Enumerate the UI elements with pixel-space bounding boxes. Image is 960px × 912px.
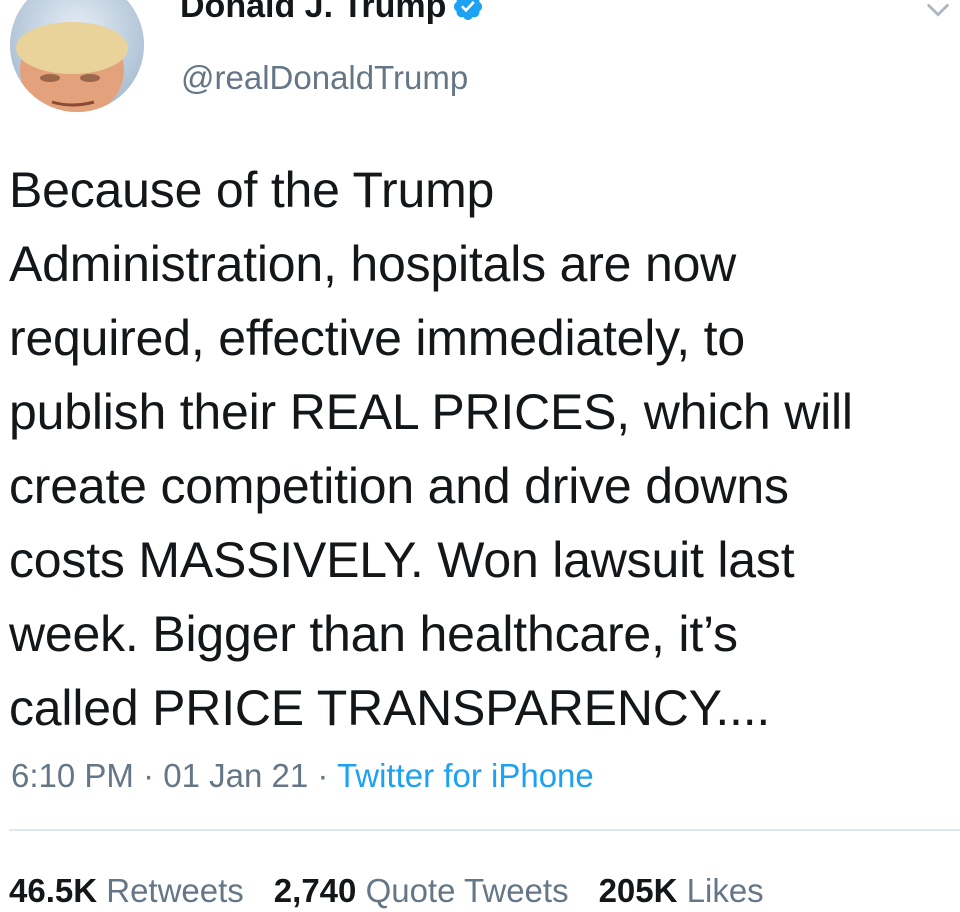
verified-badge-icon	[454, 0, 483, 21]
likes-label: Likes	[686, 872, 764, 909]
tweet-source-link[interactable]: Twitter for iPhone	[337, 757, 594, 794]
tweet-date[interactable]: 01 Jan 21	[163, 757, 308, 794]
tweet-stats: 46.5K Retweets 2,740 Quote Tweets 205K Lik…	[9, 871, 794, 911]
meta-separator: ·	[317, 757, 329, 794]
tweet-text: Because of the Trump Administration, hos…	[9, 162, 853, 736]
likes-count: 205K	[598, 872, 678, 909]
retweets-label: Retweets	[106, 872, 244, 909]
tweet-time[interactable]: 6:10 PM	[11, 757, 134, 794]
quote-tweets-stat[interactable]: 2,740 Quote Tweets	[274, 872, 569, 909]
author-name-row[interactable]: Donald J. Trump	[180, 0, 484, 26]
quote-tweets-count: 2,740	[273, 872, 357, 909]
chevron-down-icon[interactable]	[924, 0, 952, 24]
author-handle[interactable]: @realDonaldTrump	[181, 58, 468, 98]
retweets-stat[interactable]: 46.5K Retweets	[9, 872, 244, 909]
likes-stat[interactable]: 205K Likes	[599, 872, 764, 909]
quote-tweets-label: Quote Tweets	[365, 872, 569, 909]
profile-photo-icon	[10, 0, 144, 112]
retweets-count: 46.5K	[9, 872, 98, 909]
display-name[interactable]: Donald J. Trump	[180, 0, 446, 25]
divider	[9, 829, 960, 831]
avatar[interactable]	[10, 0, 144, 112]
meta-separator: ·	[143, 757, 155, 794]
tweet-meta: 6:10 PM · 01 Jan 21 · Twitter for iPhone	[11, 756, 594, 796]
